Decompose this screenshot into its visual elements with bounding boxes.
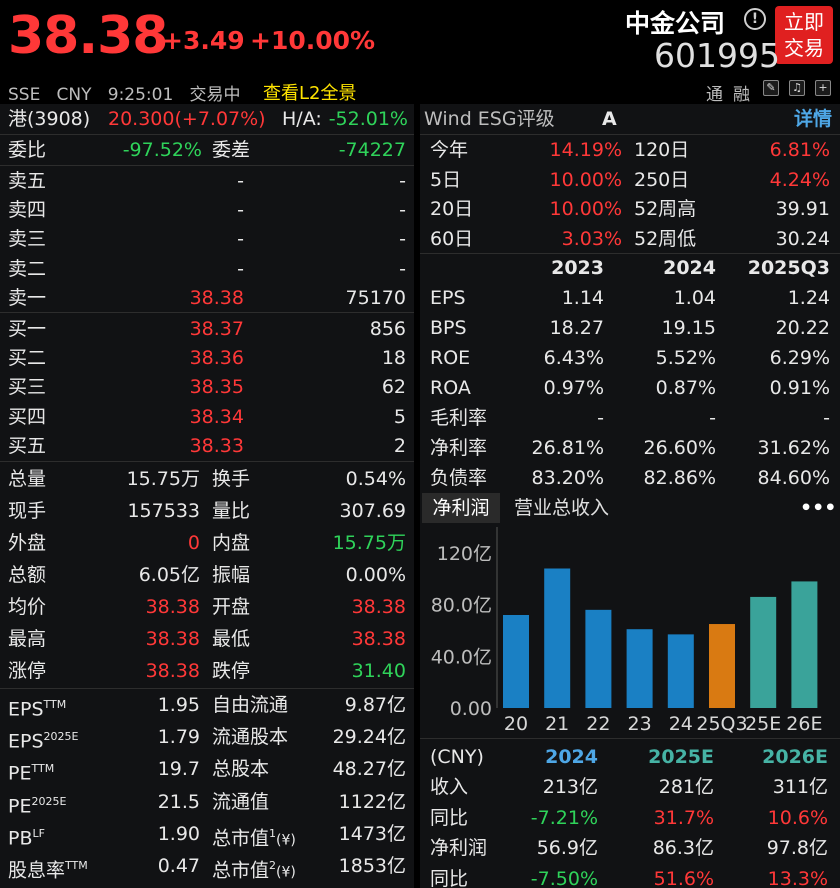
x-tick-label: 21: [545, 713, 569, 735]
forecast-value: 31.7%: [653, 806, 714, 829]
forecast-value: -7.21%: [530, 806, 598, 829]
y-tick-label: 40.0亿: [431, 646, 492, 668]
x-tick-label: 26E: [786, 713, 822, 735]
forecast-year: 2025E: [648, 746, 714, 768]
bar-24[interactable]: [667, 634, 694, 708]
forecast-value: 311亿: [772, 776, 828, 798]
forecast-header-row: (CNY) 2024 2025E 2026E: [430, 742, 834, 772]
forecast-row: 同比 -7.50% 51.6% 13.3%: [430, 864, 834, 888]
forecast-year: 2026E: [762, 746, 828, 768]
forecast-value: -7.50%: [530, 867, 598, 888]
forecast-metric: 收入: [430, 776, 469, 798]
forecast-value: 56.9亿: [536, 837, 598, 859]
forecast-unit: (CNY): [430, 746, 484, 768]
forecast-row: 净利润 56.9亿 86.3亿 97.8亿: [430, 833, 834, 863]
forecast-metric: 净利润: [430, 837, 488, 859]
bar-25E[interactable]: [750, 596, 777, 708]
x-tick-label: 25Q3: [696, 713, 747, 735]
bar-25Q3[interactable]: [709, 624, 735, 708]
forecast-row: 同比 -7.21% 31.7% 10.6%: [430, 803, 834, 833]
bar-23[interactable]: [626, 629, 653, 708]
forecast-value: 97.8亿: [766, 837, 828, 859]
forecast-row: 收入 213亿 281亿 311亿: [430, 772, 834, 802]
x-tick-label: 22: [586, 713, 610, 735]
forecast-metric: 同比: [430, 867, 469, 888]
forecast-value: 51.6%: [653, 867, 714, 888]
forecast-value: 281亿: [658, 776, 714, 798]
y-tick-label: 0.00: [450, 698, 492, 720]
x-tick-label: 24: [669, 713, 693, 735]
forecast-value: 86.3亿: [652, 837, 714, 859]
y-tick-label: 120亿: [437, 543, 492, 565]
forecast-value: 10.6%: [767, 806, 828, 829]
x-tick-label: 23: [628, 713, 652, 735]
bar-21[interactable]: [544, 568, 571, 709]
forecast-value: 213亿: [542, 776, 598, 798]
y-tick-label: 80.0亿: [431, 595, 492, 617]
bar-26E[interactable]: [791, 581, 818, 708]
bar-20[interactable]: [503, 615, 529, 708]
x-tick-label: 20: [504, 713, 528, 735]
forecast-value: 13.3%: [767, 867, 828, 888]
forecast-metric: 同比: [430, 806, 469, 829]
forecast-year: 2024: [545, 746, 598, 768]
x-tick-label: 25E: [745, 713, 781, 735]
bar-22[interactable]: [585, 609, 612, 708]
divider: [420, 738, 840, 739]
